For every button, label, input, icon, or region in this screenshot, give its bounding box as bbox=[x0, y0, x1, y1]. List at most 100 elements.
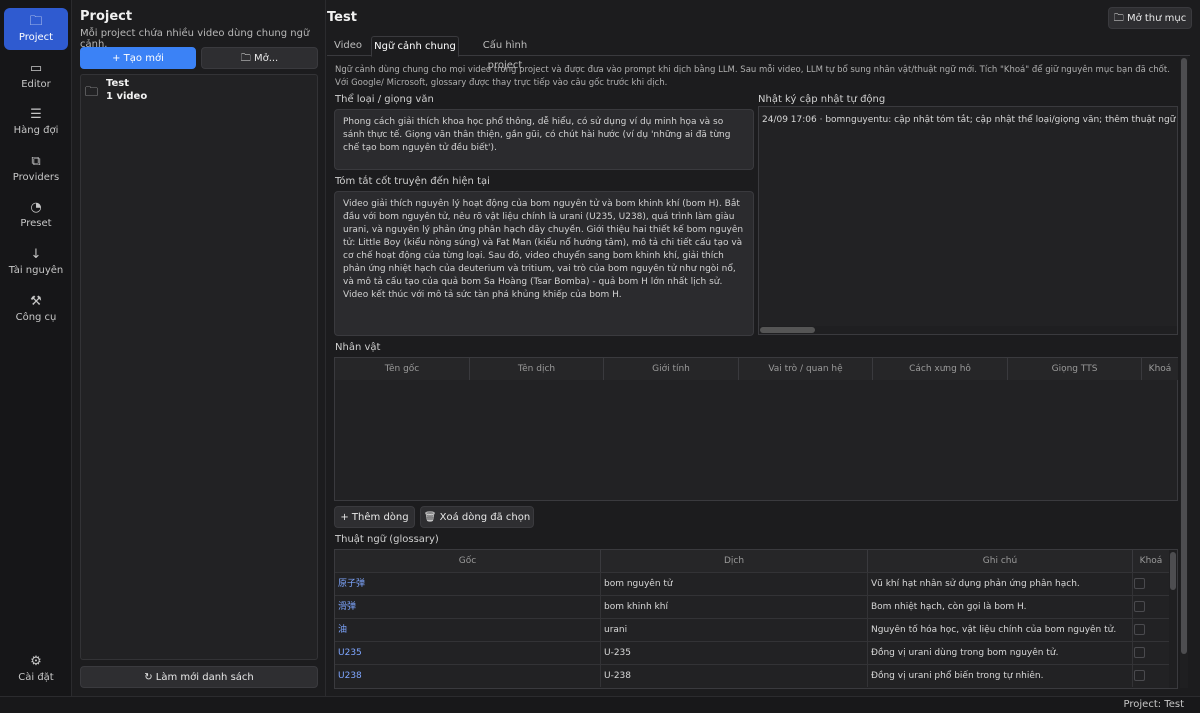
glossary-source-cell[interactable]: 滑弹 bbox=[335, 596, 601, 618]
glossary-lock-checkbox[interactable] bbox=[1134, 670, 1145, 681]
glossary-translation-cell[interactable]: U-238 bbox=[601, 665, 868, 687]
glossary-source-cell[interactable]: 油 bbox=[335, 619, 601, 641]
folder-icon: 🗀 bbox=[85, 85, 99, 100]
col-header-note[interactable]: Ghi chú bbox=[868, 550, 1133, 572]
folder-icon: 🗀 bbox=[29, 14, 43, 29]
add-row-button[interactable]: + Thêm dòng bbox=[334, 506, 415, 528]
glossary-translation-cell[interactable]: bom nguyên tử bbox=[601, 573, 868, 595]
main-scroll-thumb[interactable] bbox=[1181, 58, 1187, 654]
glossary-scroll-thumb[interactable] bbox=[1170, 552, 1176, 590]
auto-log-label: Nhật ký cập nhật tự động bbox=[758, 94, 886, 105]
glossary-lock-checkbox[interactable] bbox=[1134, 601, 1145, 612]
glossary-note-cell[interactable]: Nguyên tố hóa học, vật liệu chính của bo… bbox=[868, 619, 1133, 641]
main-vertical-scrollbar[interactable] bbox=[1180, 56, 1188, 688]
glossary-note-cell[interactable]: Đồng vị urani phổ biến trong tự nhiên. bbox=[868, 665, 1133, 687]
col-header-translation[interactable]: Dịch bbox=[601, 550, 868, 572]
col-header-address-form[interactable]: Cách xưng hô bbox=[873, 358, 1008, 380]
nav-item-preset[interactable]: ◔ Preset bbox=[4, 194, 68, 236]
download-icon: ↓ bbox=[30, 247, 42, 262]
glossary-table: Gốc Dịch Ghi chú Khoá 原子弹 bom nguyên tử Vũ… bbox=[334, 549, 1178, 689]
genre-textarea[interactable]: Phong cách giải thích khoa học phổ thông… bbox=[334, 109, 754, 170]
glossary-source-cell[interactable]: U235 bbox=[335, 642, 601, 664]
glossary-source-cell[interactable]: 原子弹 bbox=[335, 573, 601, 595]
nav-sidebar: 🗀 Project ▭ Editor ☰ Hàng đợi ⧉ Providers ◔ Prese… bbox=[0, 0, 72, 696]
gear-icon: ⚙ bbox=[30, 654, 42, 669]
main-area: Test 🗀 Mở thư mục Video Ngữ cảnh chung C… bbox=[327, 0, 1200, 696]
nav-label: Preset bbox=[20, 218, 52, 229]
log-scroll-thumb[interactable] bbox=[760, 327, 815, 333]
nav-label-settings: Cài đặt bbox=[18, 672, 54, 683]
glossary-lock-checkbox[interactable] bbox=[1134, 647, 1145, 658]
open-folder-button[interactable]: 🗀 Mở thư mục bbox=[1108, 7, 1192, 29]
glossary-lock-checkbox[interactable] bbox=[1134, 624, 1145, 635]
nav-item-editor[interactable]: ▭ Editor bbox=[4, 55, 68, 97]
delete-selected-rows-button[interactable]: 🗑 Xoá dòng đã chọn bbox=[420, 506, 534, 528]
auto-log-box[interactable]: 24/09 17:06 · bomnguyentu: cập nhật tóm … bbox=[758, 106, 1178, 335]
refresh-list-button[interactable]: ↻ Làm mới danh sách bbox=[80, 666, 318, 688]
nav-item-công-cụ[interactable]: ⚒ Công cụ bbox=[4, 288, 68, 330]
nav-label: Project bbox=[18, 32, 54, 43]
glossary-row[interactable]: U235 U-235 Đồng vị urani dùng trong bom ng… bbox=[335, 641, 1169, 664]
col-header-glossary-lock[interactable]: Khoá bbox=[1133, 550, 1169, 572]
col-header-original-name[interactable]: Tên gốc bbox=[335, 358, 470, 380]
new-project-button[interactable]: + Tạo mới bbox=[80, 47, 196, 69]
nav-item-project[interactable]: 🗀 Project bbox=[4, 8, 68, 50]
summary-label: Tóm tắt cốt truyện đến hiện tại bbox=[335, 176, 490, 187]
characters-table: Tên gốc Tên dịch Giới tính Vai trò / qua… bbox=[334, 357, 1178, 501]
open-project-button[interactable]: 🗀 Mở... bbox=[201, 47, 318, 69]
nav-item-providers[interactable]: ⧉ Providers bbox=[4, 148, 68, 190]
panel-title: Project bbox=[80, 9, 133, 24]
glossary-note-cell[interactable]: Vũ khí hạt nhân sử dụng phản ứng phân hạ… bbox=[868, 573, 1133, 595]
glossary-translation-cell[interactable]: urani bbox=[601, 619, 868, 641]
glossary-row[interactable]: U238 U-238 Đồng vị urani phổ biến trong tự… bbox=[335, 664, 1169, 687]
project-item[interactable]: 🗀 Test 1 video bbox=[85, 77, 313, 105]
glossary-vertical-scrollbar[interactable] bbox=[1169, 550, 1177, 688]
page-title: Test bbox=[327, 10, 357, 25]
log-entry: 24/09 17:06 · bomnguyentu: cập nhật tóm … bbox=[762, 115, 1178, 125]
providers-icon: ⧉ bbox=[31, 154, 41, 169]
glossary-row[interactable]: 滑弹 bom khinh khí Bom nhiệt hạch, còn gọi l… bbox=[335, 595, 1169, 618]
nav-item-tài-nguyên[interactable]: ↓ Tài nguyên bbox=[4, 241, 68, 283]
project-panel: Project Mỗi project chứa nhiều video dùn… bbox=[72, 0, 326, 696]
genre-label: Thể loại / giọng văn bbox=[335, 94, 434, 105]
tab-bar: Video Ngữ cảnh chung Cấu hình project bbox=[327, 36, 1190, 71]
wrench-icon: ⚒ bbox=[30, 294, 42, 309]
glossary-label: Thuật ngữ (glossary) bbox=[335, 534, 439, 545]
nav-label: Công cụ bbox=[15, 312, 57, 323]
col-header-source[interactable]: Gốc bbox=[335, 550, 601, 572]
col-header-translated-name[interactable]: Tên dịch bbox=[470, 358, 604, 380]
list-icon: ☰ bbox=[30, 107, 42, 122]
col-header-gender[interactable]: Giới tính bbox=[604, 358, 739, 380]
project-video-count: 1 video bbox=[106, 91, 148, 102]
status-bar: Project: Test bbox=[0, 696, 1200, 713]
nav-item-settings[interactable]: ⚙ Cài đặt bbox=[4, 648, 68, 690]
glossary-row[interactable]: 原子弹 bom nguyên tử Vũ khí hạt nhân sử dụng … bbox=[335, 572, 1169, 595]
col-header-role[interactable]: Vai trò / quan hệ bbox=[739, 358, 873, 380]
context-description: Ngữ cảnh dùng chung cho mọi video trong … bbox=[335, 65, 1170, 88]
tab-project-config[interactable]: Cấu hình project bbox=[465, 36, 545, 71]
col-header-tts-voice[interactable]: Giọng TTS bbox=[1008, 358, 1142, 380]
nav-label: Providers bbox=[12, 172, 60, 183]
glossary-translation-cell[interactable]: bom khinh khí bbox=[601, 596, 868, 618]
characters-label: Nhân vật bbox=[335, 342, 381, 353]
project-name: Test bbox=[106, 78, 130, 89]
glossary-note-cell[interactable]: Bom nhiệt hạch, còn gọi là bom H. bbox=[868, 596, 1133, 618]
nav-label: Editor bbox=[21, 79, 51, 90]
nav-label: Hàng đợi bbox=[13, 125, 59, 136]
glossary-lock-checkbox[interactable] bbox=[1134, 578, 1145, 589]
nav-label: Tài nguyên bbox=[8, 265, 64, 276]
palette-icon: ◔ bbox=[30, 200, 42, 215]
glossary-row[interactable]: 油 urani Nguyên tố hóa học, vật liệu chính … bbox=[335, 618, 1169, 641]
video-icon: ▭ bbox=[29, 61, 43, 76]
col-header-lock[interactable]: Khoá bbox=[1142, 358, 1178, 380]
tab-shared-context[interactable]: Ngữ cảnh chung bbox=[371, 36, 459, 57]
nav-item-hàng-đợi[interactable]: ☰ Hàng đợi bbox=[4, 101, 68, 143]
summary-textarea[interactable]: Video giải thích nguyên lý hoạt động của… bbox=[334, 191, 754, 336]
status-project: Project: Test bbox=[1123, 699, 1184, 710]
tab-video[interactable]: Video bbox=[333, 36, 363, 56]
glossary-translation-cell[interactable]: U-235 bbox=[601, 642, 868, 664]
project-list: 🗀 Test 1 video bbox=[80, 74, 318, 660]
glossary-note-cell[interactable]: Đồng vị urani dùng trong bom nguyên tử. bbox=[868, 642, 1133, 664]
glossary-source-cell[interactable]: U238 bbox=[335, 665, 601, 687]
log-horizontal-scrollbar[interactable] bbox=[759, 326, 1177, 334]
